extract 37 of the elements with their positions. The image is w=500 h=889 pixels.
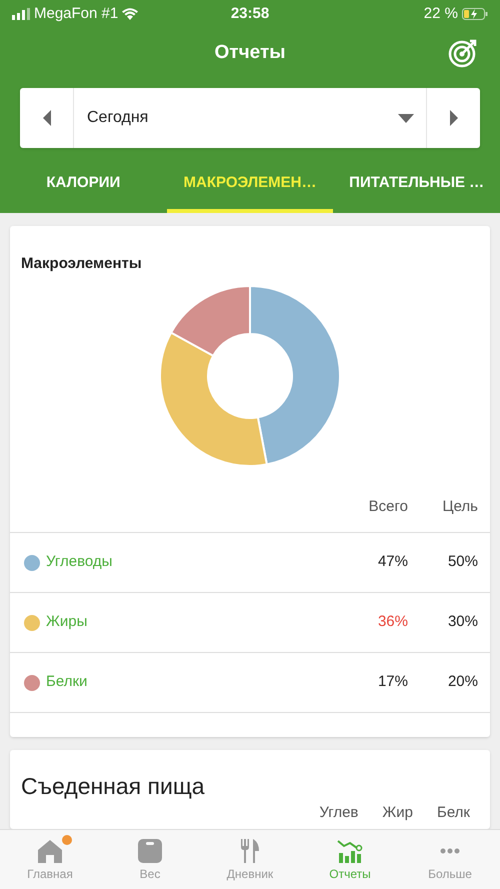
screen-title: Отчеты <box>214 40 286 65</box>
tab[interactable]: ПИТАТЕЛЬНЫЕ … <box>333 158 500 213</box>
battery-percent: 22 % <box>424 4 458 24</box>
card-title: Съеденная пища <box>20 772 206 800</box>
right-arrow-icon <box>448 110 458 126</box>
battery-icon <box>462 8 488 20</box>
nav-item[interactable]: Больше <box>400 830 500 889</box>
wifi-icon <box>122 8 138 20</box>
column-header: Белк <box>436 804 470 822</box>
column-header: Всего <box>368 496 408 516</box>
more-icon <box>440 848 460 854</box>
goal-target-icon[interactable] <box>448 38 478 68</box>
nav-item[interactable]: Вес <box>100 830 200 889</box>
carrier-name: MegaFon #1 <box>34 4 118 24</box>
nav-item[interactable]: Отчеты <box>300 830 400 889</box>
dropdown-caret-icon <box>398 114 414 122</box>
signal-icon <box>12 8 30 20</box>
macro-name[interactable]: Белки <box>46 671 338 694</box>
goal-value: 30% <box>446 612 478 632</box>
nav-item[interactable]: Главная <box>0 830 100 889</box>
column-header: Углев <box>319 804 358 822</box>
macro-name[interactable]: Жиры <box>46 611 338 634</box>
tab[interactable]: МАКРОЭЛЕМЕН… <box>166 158 334 213</box>
macro-name[interactable]: Углеводы <box>46 551 338 574</box>
scale-icon <box>136 836 164 864</box>
nav-item[interactable]: Дневник <box>200 830 300 889</box>
column-header: Цель <box>441 496 478 516</box>
column-header: Жир <box>382 804 413 822</box>
clock-time: 23:58 <box>230 4 270 24</box>
left-arrow-icon <box>42 110 52 126</box>
card-title: Макроэлементы <box>20 254 143 274</box>
total-value: 36% <box>376 612 408 632</box>
tab[interactable]: КАЛОРИИ <box>0 158 167 213</box>
total-value: 47% <box>376 552 408 572</box>
goal-value: 20% <box>446 672 478 692</box>
total-value: 17% <box>376 672 408 692</box>
goal-value: 50% <box>446 552 478 572</box>
